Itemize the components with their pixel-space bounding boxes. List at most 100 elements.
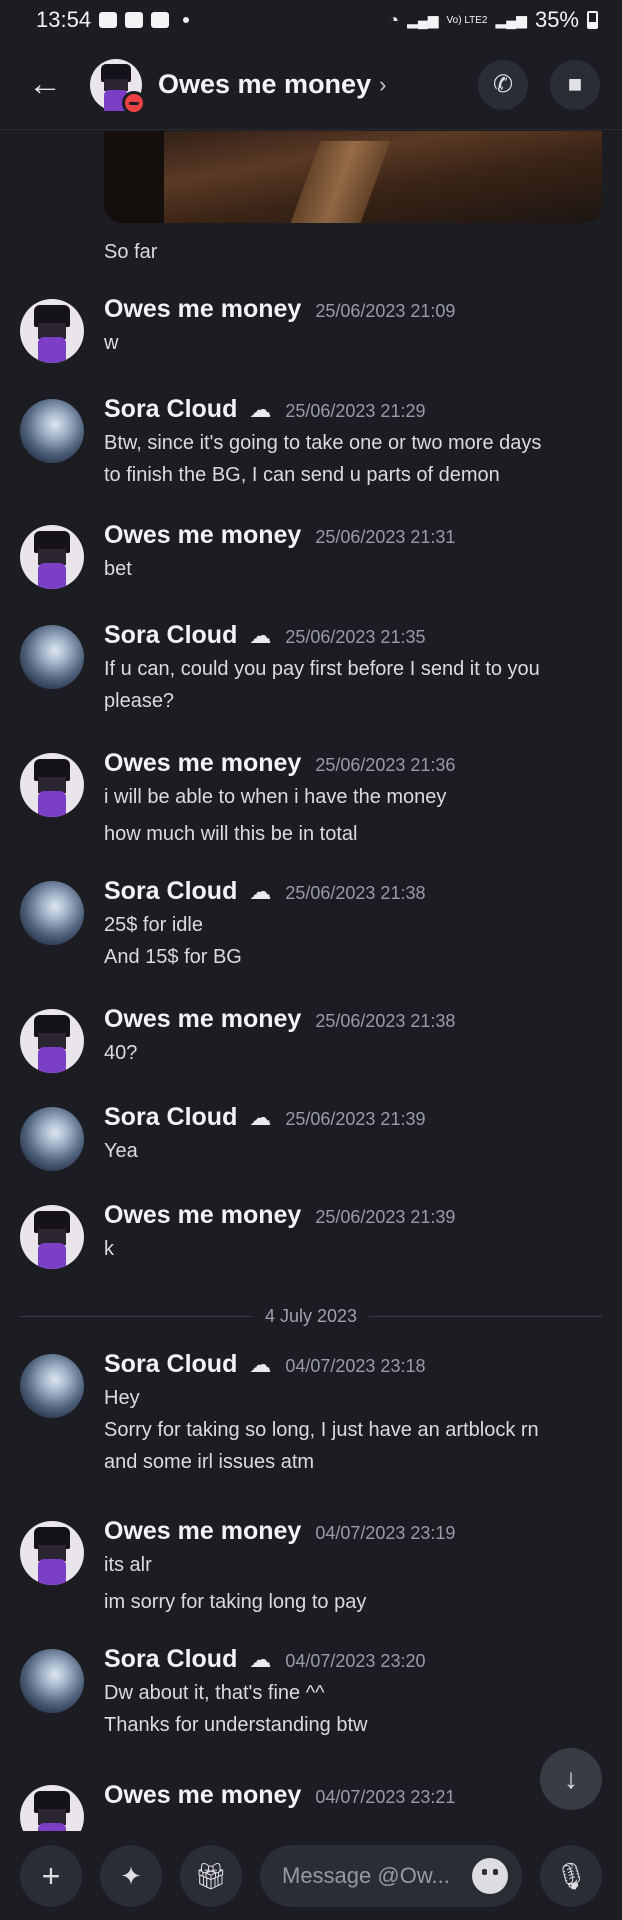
message-text: Hey xyxy=(104,1387,140,1409)
status-bar: 13:54 ◔ ▂▄▆ Vo) LTE2 ▂▄▆ 35% xyxy=(0,0,622,40)
author-name[interactable]: Sora Cloud xyxy=(104,621,237,650)
image-attachment[interactable] xyxy=(104,131,602,223)
cloud-emoji-icon: ☁ xyxy=(249,623,272,648)
signal-icon: ▂▄▆ xyxy=(407,11,439,28)
gift-button[interactable]: 🎁︎ xyxy=(180,1845,242,1907)
avatar[interactable] xyxy=(20,1785,84,1831)
author-name[interactable]: Owes me money xyxy=(104,1517,301,1546)
message-text: to finish the BG, I can send u parts of … xyxy=(104,464,500,486)
divider-rule xyxy=(369,1316,603,1317)
microphone-icon: 🎙︎ xyxy=(554,1860,588,1891)
add-attachment-button[interactable]: + xyxy=(20,1845,82,1907)
author-name[interactable]: Owes me money xyxy=(104,1781,301,1810)
message-header: Owes me money 04/07/2023 23:21 xyxy=(104,1781,455,1810)
message-timestamp: 04/07/2023 23:18 xyxy=(285,1356,426,1376)
arrow-down-icon: ↓ xyxy=(564,1763,578,1794)
avatar-body xyxy=(38,1559,66,1585)
avatar-body xyxy=(38,1047,66,1073)
message-placeholder: Message @Ow... xyxy=(282,1863,450,1888)
author-name[interactable]: Owes me money xyxy=(104,749,301,778)
avatar-body xyxy=(38,1823,66,1831)
back-arrow-icon[interactable]: ← xyxy=(28,65,78,104)
voice-call-button[interactable]: ✆ xyxy=(478,59,528,110)
status-time: 13:54 xyxy=(36,7,92,32)
message-header: Owes me money 25/06/2023 21:36 xyxy=(104,749,455,778)
date-divider: 4 July 2023 xyxy=(20,1306,603,1327)
avatar[interactable] xyxy=(20,625,84,689)
cloud-emoji-icon: ☁ xyxy=(249,1105,272,1130)
author-name[interactable]: Owes me money xyxy=(104,521,301,550)
message-text: Yea xyxy=(104,1140,138,1162)
avatar[interactable] xyxy=(20,299,84,363)
message-text: its alr xyxy=(104,1554,152,1576)
message-header: Owes me money 25/06/2023 21:38 xyxy=(104,1005,455,1034)
message-timestamp: 25/06/2023 21:35 xyxy=(285,627,426,647)
chat-title[interactable]: Owes me money xyxy=(158,69,371,100)
cloud-emoji-icon: ☁ xyxy=(249,1647,272,1672)
author-name[interactable]: Sora Cloud xyxy=(104,395,237,424)
author-name[interactable]: Sora Cloud xyxy=(104,1350,237,1379)
author-name[interactable]: Sora Cloud xyxy=(104,1103,237,1132)
chat-header: ← Owes me money › ✆ ■ xyxy=(0,40,622,130)
avatar[interactable] xyxy=(20,1354,84,1418)
header-avatar[interactable] xyxy=(90,58,146,115)
message-timestamp: 25/06/2023 21:31 xyxy=(315,527,456,547)
video-camera-icon: ■ xyxy=(567,70,583,98)
message-composer: + ✦ 🎁︎ Message @Ow... 🎙︎ xyxy=(0,1832,622,1920)
message-header: Sora Cloud ☁ 25/06/2023 21:35 xyxy=(104,621,425,650)
message-header: Sora Cloud ☁ 25/06/2023 21:39 xyxy=(104,1103,425,1132)
message-text: k xyxy=(104,1238,114,1260)
message-header: Owes me money 04/07/2023 23:19 xyxy=(104,1517,455,1546)
emoji-icon[interactable] xyxy=(472,1858,508,1894)
message-header: Sora Cloud ☁ 25/06/2023 21:38 xyxy=(104,877,425,906)
avatar[interactable] xyxy=(20,1649,84,1713)
avatar[interactable] xyxy=(20,1521,84,1585)
message-timestamp: 25/06/2023 21:39 xyxy=(315,1207,456,1227)
youtube-notification-icon xyxy=(125,12,144,28)
message-header: Sora Cloud ☁ 04/07/2023 23:20 xyxy=(104,1645,425,1674)
author-name[interactable]: Owes me money xyxy=(104,295,301,324)
message-text: i will be able to when i have the money xyxy=(104,786,447,808)
message-timestamp: 04/07/2023 23:19 xyxy=(315,1523,456,1543)
author-name[interactable]: Sora Cloud xyxy=(104,877,237,906)
scroll-to-bottom-button[interactable]: ↓ xyxy=(540,1748,602,1810)
cloud-emoji-icon: ☁ xyxy=(249,879,272,904)
message-text: If u can, could you pay first before I s… xyxy=(104,658,540,680)
message-text: So far xyxy=(104,241,158,263)
avatar-body xyxy=(38,791,66,817)
avatar[interactable] xyxy=(20,399,84,463)
avatar[interactable] xyxy=(20,753,84,817)
message-input[interactable]: Message @Ow... xyxy=(260,1845,522,1907)
avatar[interactable] xyxy=(20,525,84,589)
voice-message-button[interactable]: 🎙︎ xyxy=(540,1845,602,1907)
message-text: im sorry for taking long to pay xyxy=(104,1591,367,1613)
battery-icon xyxy=(587,11,598,29)
avatar-body xyxy=(38,563,66,589)
avatar[interactable] xyxy=(20,1009,84,1073)
message-timestamp: 25/06/2023 21:09 xyxy=(315,301,456,321)
message-text: how much will this be in total xyxy=(104,823,358,845)
message-text: And 15$ for BG xyxy=(104,946,242,968)
message-text: bet xyxy=(104,558,132,580)
video-call-button[interactable]: ■ xyxy=(550,59,600,110)
author-name[interactable]: Owes me money xyxy=(104,1005,301,1034)
author-name[interactable]: Owes me money xyxy=(104,1201,301,1230)
author-name[interactable]: Sora Cloud xyxy=(104,1645,237,1674)
message-timestamp: 25/06/2023 21:29 xyxy=(285,401,426,421)
apps-icon: ✦ xyxy=(120,1860,142,1891)
message-text: please? xyxy=(104,690,175,712)
chevron-right-icon[interactable]: › xyxy=(379,72,386,98)
message-text: Dw about it, that's fine ^^ xyxy=(104,1682,325,1704)
cloud-emoji-icon: ☁ xyxy=(249,1352,272,1377)
apps-button[interactable]: ✦ xyxy=(100,1845,162,1907)
avatar[interactable] xyxy=(20,881,84,945)
phone-icon: ✆ xyxy=(492,71,514,98)
message-timestamp: 25/06/2023 21:39 xyxy=(285,1109,426,1129)
message-timestamp: 25/06/2023 21:38 xyxy=(315,1011,456,1031)
avatar[interactable] xyxy=(20,1205,84,1269)
message-header: Sora Cloud ☁ 25/06/2023 21:29 xyxy=(104,395,425,424)
message-feed[interactable]: So far Owes me money 25/06/2023 21:09 w Sor… xyxy=(0,131,622,1831)
message-text: w xyxy=(104,332,119,354)
divider-date: 4 July 2023 xyxy=(264,1306,358,1326)
avatar[interactable] xyxy=(20,1107,84,1171)
